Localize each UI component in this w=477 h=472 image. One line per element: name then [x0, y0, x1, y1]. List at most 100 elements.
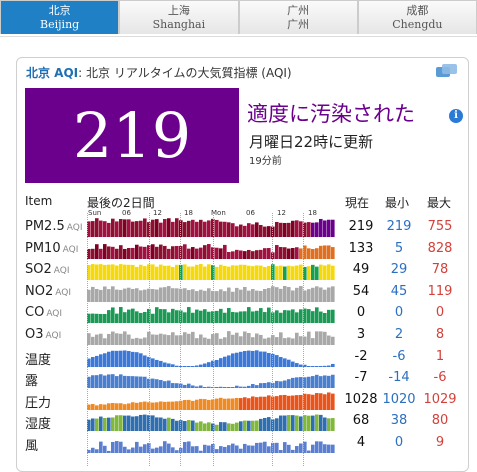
- sparkline[interactable]: [87, 239, 335, 259]
- spark-bar: [219, 397, 223, 410]
- sparkline[interactable]: [87, 368, 335, 389]
- spark-bar: [119, 350, 123, 367]
- spark-bar: [155, 379, 159, 389]
- spark-bar: [235, 226, 239, 237]
- spark-bar: [111, 246, 115, 259]
- row-label[interactable]: O3 AQI: [25, 327, 61, 342]
- spark-bar: [311, 338, 315, 345]
- spark-bar: [315, 392, 319, 410]
- spark-bar: [95, 334, 99, 345]
- spark-bar: [143, 312, 147, 324]
- sparkline[interactable]: [87, 433, 335, 453]
- spark-bar: [327, 335, 331, 345]
- tab-chengdu[interactable]: 成都 Chengdu: [357, 0, 477, 34]
- spark-bar: [119, 333, 123, 345]
- info-icon[interactable]: i: [449, 109, 463, 123]
- spark-bar: [319, 331, 323, 345]
- tab-beijing[interactable]: 北京 Beijing: [0, 0, 120, 34]
- spark-bar: [171, 383, 175, 389]
- spark-bar: [155, 246, 159, 259]
- row-label[interactable]: PM10 AQI: [25, 241, 78, 256]
- spark-bar: [231, 250, 235, 259]
- sparkline[interactable]: [87, 282, 335, 302]
- row-label[interactable]: SO2 AQI: [25, 262, 70, 277]
- spark-bar: [123, 312, 127, 324]
- tab-shanghai[interactable]: 上海 Shanghai: [119, 0, 239, 34]
- spark-bar: [223, 387, 227, 389]
- sparkline[interactable]: [87, 411, 335, 432]
- sparkline[interactable]: [87, 390, 335, 410]
- spark-bar: [307, 288, 311, 302]
- spark-bar: [175, 383, 179, 389]
- spark-bar: [111, 286, 115, 302]
- spark-bar: [319, 415, 323, 432]
- spark-bar: [327, 310, 331, 324]
- spark-bar: [315, 247, 319, 259]
- min-value: -6: [392, 348, 406, 364]
- spark-bar: [99, 248, 103, 259]
- row-label[interactable]: NO2 AQI: [25, 284, 71, 299]
- spark-bar: [199, 421, 203, 432]
- row-label[interactable]: 湿度: [25, 413, 53, 432]
- spark-bar: [103, 243, 107, 259]
- spark-bar: [139, 264, 143, 281]
- city-aqi-title[interactable]: 北京 AQI: [26, 66, 78, 80]
- spark-bar: [283, 442, 287, 453]
- spark-bar: [135, 221, 139, 237]
- spark-bar: [183, 288, 187, 302]
- spark-bar: [191, 266, 195, 281]
- spark-bar: [183, 312, 187, 324]
- spark-bar: [167, 218, 171, 237]
- row-label[interactable]: CO AQI: [25, 305, 62, 320]
- spark-bar: [119, 403, 123, 410]
- row-label[interactable]: PM2.5 AQI: [25, 219, 82, 234]
- sparkline[interactable]: [87, 303, 335, 324]
- spark-bar: [319, 218, 323, 237]
- spark-bar: [223, 244, 227, 259]
- current-value: 133: [348, 240, 374, 256]
- spark-bar: [235, 352, 239, 367]
- row-label[interactable]: 露: [25, 370, 40, 389]
- spark-bar: [247, 223, 251, 237]
- spark-bar: [315, 365, 319, 367]
- sparkline[interactable]: [87, 260, 335, 281]
- spark-bar: [215, 359, 219, 367]
- spark-bar: [327, 365, 331, 367]
- spark-bar: [331, 393, 335, 410]
- row-label[interactable]: 圧力: [25, 392, 53, 411]
- spark-bar: [127, 415, 131, 432]
- spark-bar: [215, 219, 219, 237]
- spark-bar: [155, 417, 159, 432]
- spark-bar: [207, 422, 211, 432]
- spark-bar: [155, 334, 159, 345]
- spark-bar: [311, 444, 315, 453]
- spark-bar: [107, 450, 111, 453]
- spark-bar: [215, 267, 219, 281]
- sparkline[interactable]: [87, 347, 335, 367]
- row-label[interactable]: 温度: [25, 349, 53, 368]
- spark-bar: [291, 415, 295, 432]
- spark-bar: [107, 222, 111, 237]
- spark-bar: [319, 264, 323, 281]
- tab-guangzhou[interactable]: 广州 广州: [238, 0, 358, 34]
- time-divider: [303, 213, 304, 466]
- spark-bar: [103, 418, 107, 432]
- spark-bar: [219, 446, 223, 453]
- day-tick: 06: [122, 209, 131, 217]
- chat-icon[interactable]: [436, 64, 458, 80]
- spark-bar: [123, 350, 127, 367]
- spark-bar: [103, 221, 107, 237]
- spark-bar: [239, 397, 243, 410]
- spark-bar: [199, 311, 203, 324]
- sparkline[interactable]: [87, 325, 335, 345]
- spark-bar: [191, 289, 195, 302]
- sparkline[interactable]: [87, 217, 335, 237]
- spark-bar: [315, 375, 319, 389]
- row-label[interactable]: 風: [25, 435, 40, 454]
- spark-bar: [175, 421, 179, 432]
- spark-bar: [183, 442, 187, 453]
- spark-bar: [311, 311, 315, 324]
- data-row-4: CO AQI 0 0 0: [25, 303, 465, 324]
- spark-bar: [279, 356, 283, 367]
- spark-bar: [251, 396, 255, 410]
